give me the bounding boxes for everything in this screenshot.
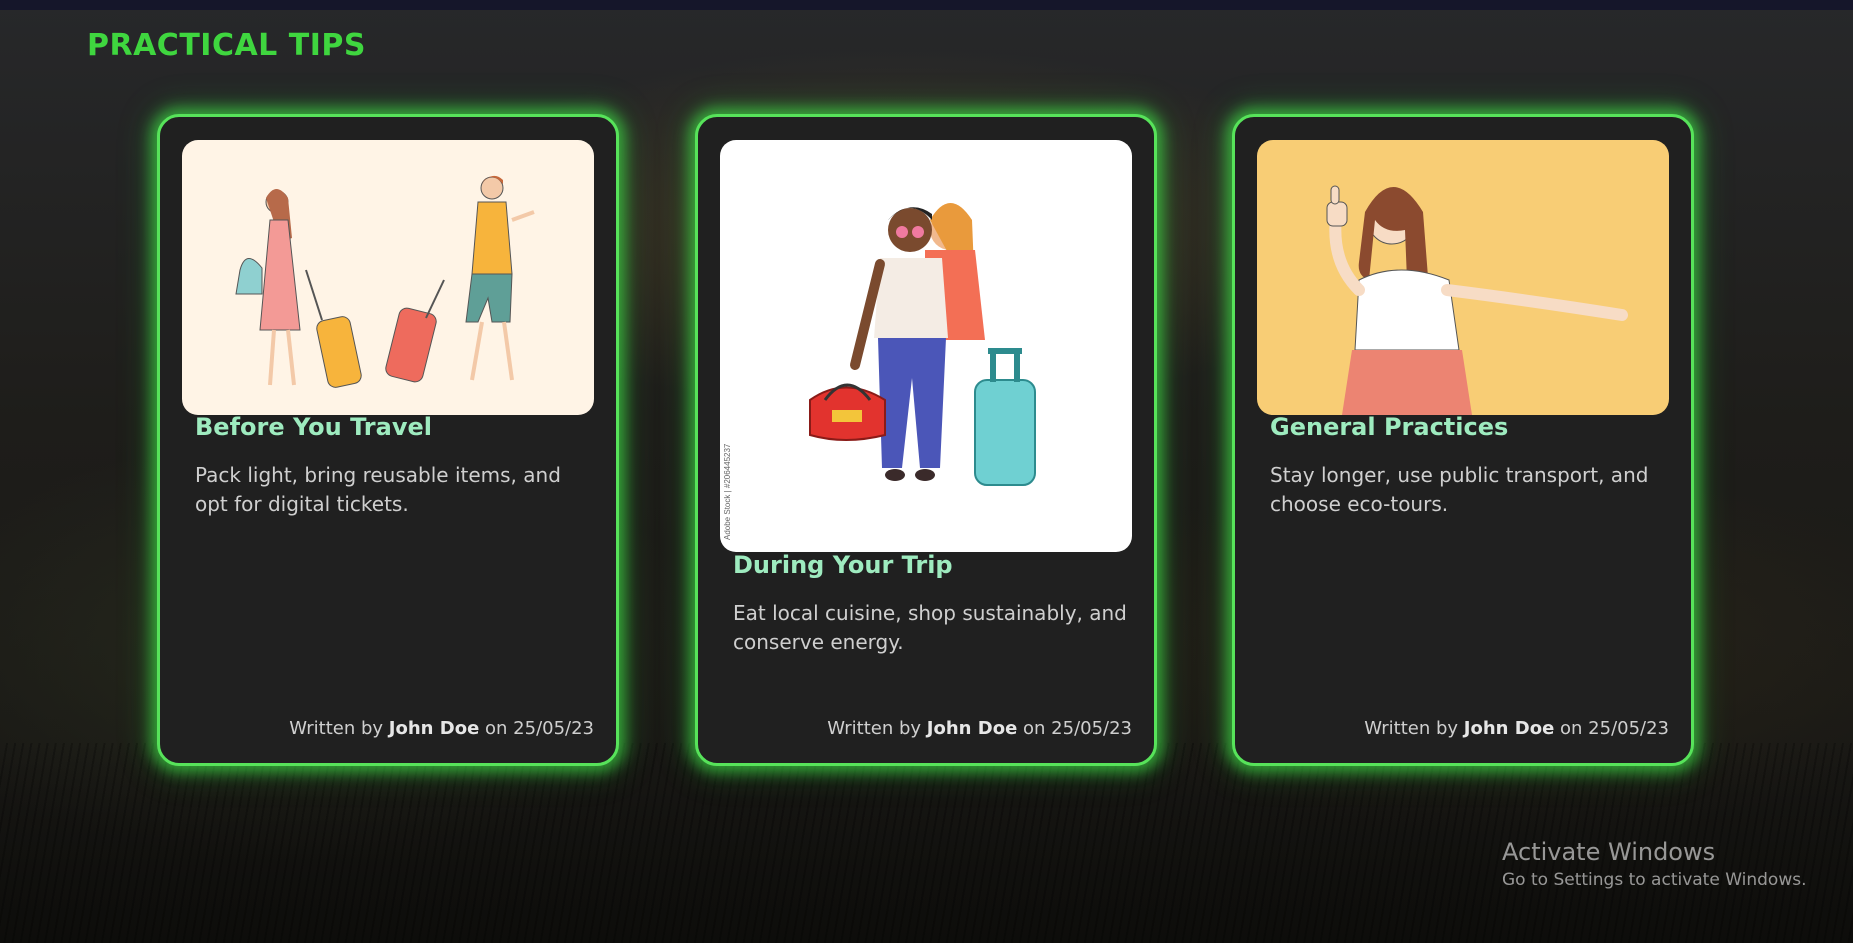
card-description: Stay longer, use public transport, and c… bbox=[1270, 463, 1649, 516]
byline-prefix: Written by bbox=[827, 718, 922, 739]
card-byline: Written by John Doe on 25/05/23 bbox=[289, 718, 594, 739]
byline-prefix: Written by bbox=[1364, 718, 1459, 739]
card-image-woman-pointing bbox=[1257, 140, 1669, 415]
tip-card-general-practices[interactable]: General Practices Stay longer, use publi… bbox=[1232, 114, 1694, 766]
byline-author: John Doe bbox=[926, 718, 1018, 739]
byline-author: John Doe bbox=[388, 718, 480, 739]
byline-date: on 25/05/23 bbox=[1023, 718, 1132, 739]
card-byline: Written by John Doe on 25/05/23 bbox=[1364, 718, 1669, 739]
card-image-travelers bbox=[182, 140, 594, 415]
byline-date: on 25/05/23 bbox=[485, 718, 594, 739]
top-strip bbox=[0, 0, 1853, 10]
travelers-illustration bbox=[182, 140, 594, 415]
tip-card-during-trip[interactable]: Adobe Stock | #206445237 During Your Tri… bbox=[695, 114, 1157, 766]
activate-windows-subtitle: Go to Settings to activate Windows. bbox=[1502, 870, 1807, 890]
card-title: During Your Trip bbox=[733, 551, 953, 579]
card-byline: Written by John Doe on 25/05/23 bbox=[827, 718, 1132, 739]
page-title: PRACTICAL TIPS bbox=[87, 28, 366, 63]
image-watermark: Adobe Stock | #206445237 bbox=[723, 443, 732, 540]
activate-windows-title: Activate Windows bbox=[1502, 838, 1716, 866]
card-image-couple: Adobe Stock | #206445237 bbox=[720, 140, 1132, 552]
activate-windows-watermark: Activate Windows Go to Settings to activ… bbox=[1502, 838, 1807, 890]
byline-date: on 25/05/23 bbox=[1560, 718, 1669, 739]
byline-prefix: Written by bbox=[289, 718, 384, 739]
tip-card-before-travel[interactable]: Before You Travel Pack light, bring reus… bbox=[157, 114, 619, 766]
card-description: Eat local cuisine, shop sustainably, and… bbox=[733, 601, 1127, 654]
card-title: Before You Travel bbox=[195, 413, 432, 441]
woman-pointing-illustration bbox=[1257, 140, 1669, 415]
card-description: Pack light, bring reusable items, and op… bbox=[195, 463, 561, 516]
couple-illustration: Adobe Stock | #206445237 bbox=[720, 140, 1132, 552]
card-title: General Practices bbox=[1270, 413, 1509, 441]
byline-author: John Doe bbox=[1463, 718, 1555, 739]
